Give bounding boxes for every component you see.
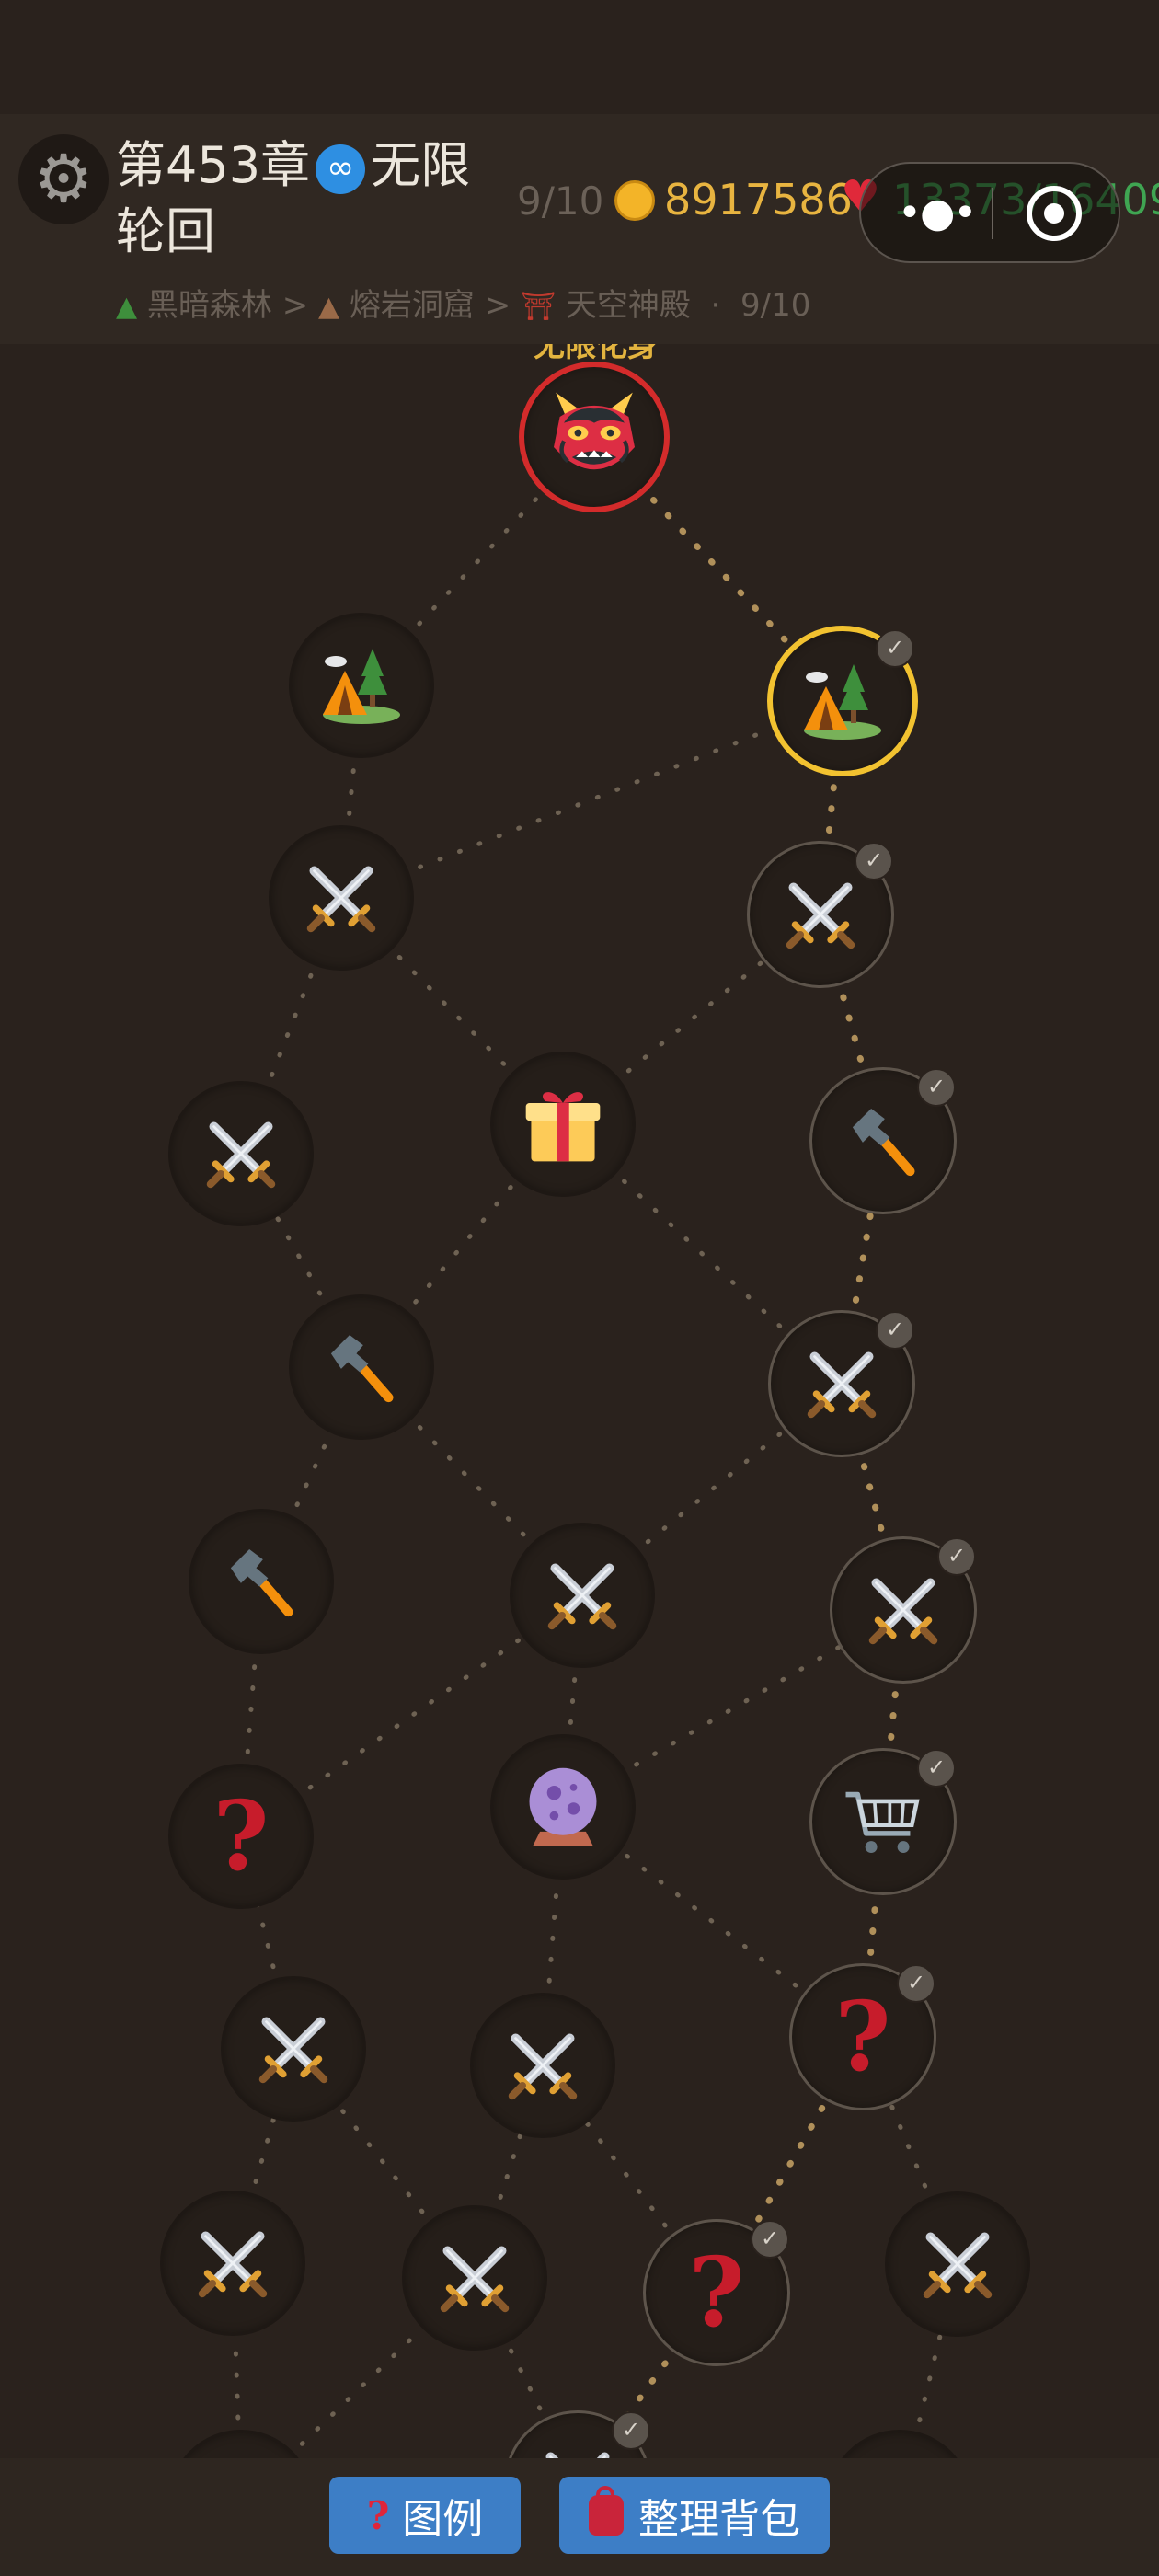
hammer-icon (219, 1539, 304, 1624)
crossed-swords-icon (299, 856, 384, 940)
visited-check-icon: ✓ (876, 629, 914, 668)
crossed-swords-icon (861, 1568, 946, 1652)
map-node-camp[interactable] (289, 613, 434, 758)
map-node-mystery[interactable]: ? ✓ (643, 2219, 790, 2366)
map-node-battle[interactable] (160, 2191, 305, 2336)
backpack-icon (589, 2486, 624, 2536)
map-node-forge[interactable]: ✓ (809, 1067, 957, 1214)
zone-dark-forest: 黑暗森林 (146, 287, 272, 324)
map-node-shop[interactable]: ✓ (809, 1748, 957, 1895)
capsule-divider (992, 188, 993, 239)
oni-mask-icon (544, 386, 645, 488)
crossed-swords-icon (799, 1341, 884, 1426)
visited-check-icon: ✓ (612, 2411, 650, 2450)
legend-button-label: 图例 (402, 2496, 484, 2543)
crossed-swords-icon (190, 2221, 275, 2306)
zone-lava-cave: 熔岩洞窟 (349, 287, 475, 324)
question-mark-icon: ? (688, 2236, 745, 2349)
visited-check-icon: ✓ (855, 842, 893, 880)
crossed-swords-icon (199, 1111, 283, 1196)
torii-icon: ⛩ (521, 291, 557, 323)
visited-check-icon: ✓ (917, 1068, 956, 1107)
map-node-battle[interactable]: ✓ (747, 841, 894, 988)
map-node-battle[interactable] (269, 825, 414, 971)
breadcrumb-dot: · (700, 287, 731, 324)
breadcrumb-separator: > (484, 287, 511, 324)
shopping-cart-icon (841, 1779, 925, 1864)
map-node-orb[interactable] (490, 1734, 636, 1880)
visited-check-icon: ✓ (876, 1311, 914, 1350)
status-bar (0, 0, 1159, 114)
map-node-forge[interactable] (289, 1294, 434, 1440)
map-node-forge[interactable] (189, 1509, 334, 1654)
crossed-swords-icon (778, 872, 863, 957)
zone-breadcrumb: ▲ 黑暗森林 > ▲ 熔岩洞窟 > ⛩ 天空神殿 · 9/10 (116, 280, 810, 325)
hammer-icon (841, 1098, 925, 1183)
map-node-gift[interactable] (490, 1052, 636, 1197)
volcano-icon: ▲ (318, 291, 340, 323)
question-mark-icon: ? (212, 1779, 270, 1892)
chapter-number: 第453章 (116, 136, 311, 194)
crossed-swords-icon (915, 2222, 1000, 2306)
map-node-battle[interactable] (221, 1976, 366, 2122)
backpack-button-label: 整理背包 (638, 2496, 800, 2543)
campsite-icon (797, 655, 889, 747)
map-node-camp[interactable]: ✓ (767, 626, 918, 776)
question-mark-icon: ? (834, 1980, 891, 2093)
crossed-swords-icon (540, 1553, 625, 1638)
zone-progress: 9/10 (740, 287, 811, 324)
visited-check-icon: ✓ (937, 1537, 976, 1576)
coin-count: 8917586 (664, 175, 853, 224)
visited-check-icon: ✓ (897, 1964, 935, 2003)
map-node-battle[interactable] (510, 1523, 655, 1668)
bottom-bar: ? 图例 整理背包 (0, 2458, 1159, 2576)
question-mark-icon: ? (366, 2492, 390, 2538)
organize-backpack-button[interactable]: 整理背包 (559, 2477, 830, 2554)
gear-icon[interactable]: ⚙ (18, 134, 109, 224)
mini-program-capsule: •●• (859, 162, 1120, 263)
map-node-battle[interactable] (885, 2191, 1030, 2337)
crossed-swords-icon (251, 2007, 336, 2091)
legend-button[interactable]: ? 图例 (329, 2477, 521, 2554)
hammer-icon (319, 1325, 404, 1409)
visited-check-icon: ✓ (917, 1749, 956, 1788)
more-options-icon[interactable]: •●• (898, 190, 977, 236)
coin-icon (614, 180, 655, 221)
map-node-battle[interactable]: ✓ (830, 1536, 977, 1684)
chapter-title: 第453章 ∞ 无限轮回 (116, 132, 493, 265)
map-node-mystery[interactable]: ? (168, 1764, 314, 1909)
map-node-battle[interactable]: ✓ (768, 1310, 915, 1457)
floor-progress: 9/10 (517, 178, 604, 224)
close-target-icon[interactable] (1027, 186, 1082, 241)
crossed-swords-icon (500, 2023, 585, 2108)
crystal-ball-icon (519, 1763, 607, 1851)
visited-check-icon: ✓ (751, 2220, 789, 2259)
gift-icon (519, 1080, 607, 1168)
map-node-mystery[interactable]: ? ✓ (789, 1963, 936, 2110)
map-node-battle[interactable] (470, 1993, 615, 2138)
crossed-swords-icon (432, 2236, 517, 2320)
breadcrumb-separator: > (281, 287, 309, 324)
map-node-battle[interactable] (168, 1081, 314, 1226)
infinity-icon: ∞ (316, 144, 366, 194)
zone-sky-temple: 天空神殿 (565, 287, 691, 324)
campsite-icon (316, 639, 407, 731)
top-header: ⚙ 第453章∞无限轮回 9/10 8917586 ♥ 13373/16409 … (0, 114, 1159, 344)
map-node-boss[interactable] (519, 362, 670, 512)
tree-icon: ▲ (116, 291, 138, 323)
map-node-battle[interactable] (402, 2205, 547, 2351)
